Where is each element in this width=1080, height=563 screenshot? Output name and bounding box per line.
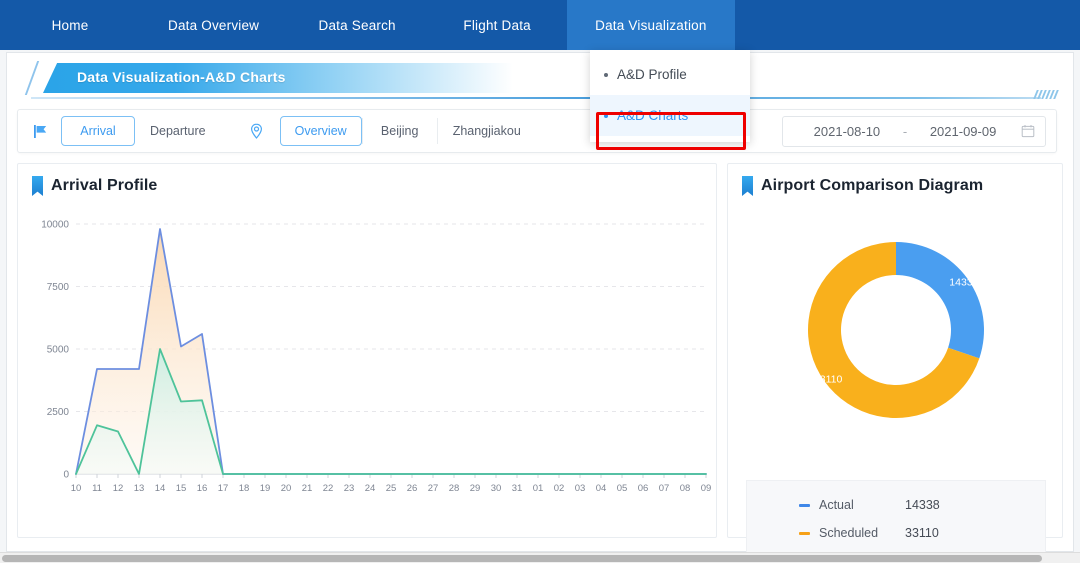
svg-text:24: 24 bbox=[365, 483, 376, 494]
location-pin-icon bbox=[247, 122, 266, 141]
line-chart: 0 2500 5000 7500 10000 10 11 12 13 14 15 16 17 18 19 20… bbox=[18, 206, 718, 536]
svg-text:02: 02 bbox=[554, 483, 565, 494]
nav-dropdown-menu: A&D Profile A&D Charts bbox=[590, 50, 750, 142]
svg-text:5000: 5000 bbox=[47, 345, 70, 356]
svg-text:06: 06 bbox=[638, 483, 649, 494]
bullet-icon bbox=[604, 72, 608, 77]
banner-slash-decoration bbox=[24, 61, 40, 95]
date-range-end[interactable]: 2021-09-09 bbox=[909, 124, 1017, 139]
nav-item-data-visualization[interactable]: Data Visualization bbox=[567, 0, 735, 50]
svg-text:18: 18 bbox=[239, 483, 250, 494]
legend-color-swatch bbox=[799, 531, 810, 535]
svg-text:22: 22 bbox=[323, 483, 334, 494]
banner-divider-line bbox=[31, 97, 1041, 99]
filter-button-beijing[interactable]: Beijing bbox=[362, 116, 437, 146]
filter-button-departure[interactable]: Departure bbox=[135, 116, 221, 146]
svg-text:07: 07 bbox=[659, 483, 670, 494]
svg-text:23: 23 bbox=[344, 483, 355, 494]
svg-text:26: 26 bbox=[407, 483, 418, 494]
svg-text:03: 03 bbox=[575, 483, 586, 494]
filter-button-zhangjiakou[interactable]: Zhangjiakou bbox=[437, 116, 536, 146]
svg-text:01: 01 bbox=[533, 483, 544, 494]
direction-button-group: Arrival Departure bbox=[61, 116, 221, 146]
svg-text:30: 30 bbox=[491, 483, 502, 494]
horizontal-scrollbar[interactable] bbox=[0, 552, 1080, 563]
filter-toolbar: Arrival Departure Overview Beijing Zhang… bbox=[17, 109, 1057, 153]
nav-item-data-overview[interactable]: Data Overview bbox=[140, 0, 287, 50]
app-root: Home Data Overview Data Search Flight Da… bbox=[0, 0, 1080, 563]
svg-text:05: 05 bbox=[617, 483, 628, 494]
nav-item-data-search[interactable]: Data Search bbox=[287, 0, 427, 50]
svg-text:31: 31 bbox=[512, 483, 523, 494]
page-content: Data Visualization-A&D Charts Arrival De… bbox=[6, 52, 1074, 554]
legend-label: Scheduled bbox=[819, 526, 879, 540]
panel-title-airport-comparison: Airport Comparison Diagram bbox=[761, 177, 984, 194]
filter-button-overview[interactable]: Overview bbox=[279, 116, 362, 146]
ribbon-icon bbox=[742, 176, 753, 196]
svg-text:25: 25 bbox=[386, 483, 397, 494]
legend-value: 14338 bbox=[905, 498, 940, 512]
svg-text:12: 12 bbox=[113, 483, 124, 494]
svg-text:19: 19 bbox=[260, 483, 271, 494]
legend-item-scheduled[interactable]: Scheduled 33110 bbox=[799, 519, 1045, 547]
panel-title-arrival-profile: Arrival Profile bbox=[51, 177, 158, 194]
svg-text:04: 04 bbox=[596, 483, 607, 494]
banner-tick-decoration bbox=[1033, 90, 1059, 99]
page-title-banner: Data Visualization-A&D Charts bbox=[17, 59, 1063, 101]
top-navigation-bar: Home Data Overview Data Search Flight Da… bbox=[0, 0, 1080, 50]
ribbon-icon bbox=[32, 176, 43, 196]
filter-button-arrival[interactable]: Arrival bbox=[61, 116, 135, 146]
arrival-profile-panel: Arrival Profile 0 2500 5000 7500 10000 10 11 12… bbox=[17, 163, 717, 538]
svg-text:08: 08 bbox=[680, 483, 691, 494]
svg-text:21: 21 bbox=[302, 483, 313, 494]
svg-text:15: 15 bbox=[176, 483, 187, 494]
page-title: Data Visualization-A&D Charts bbox=[77, 69, 286, 85]
svg-text:0: 0 bbox=[63, 470, 69, 481]
svg-text:28: 28 bbox=[449, 483, 460, 494]
dropdown-item-label: A&D Profile bbox=[617, 67, 687, 82]
svg-text:09: 09 bbox=[701, 483, 712, 494]
svg-text:14: 14 bbox=[155, 483, 166, 494]
panel-header: Arrival Profile bbox=[18, 164, 716, 196]
calendar-icon[interactable] bbox=[1021, 124, 1035, 138]
date-range-picker[interactable]: 2021-08-10 - 2021-09-09 bbox=[782, 115, 1046, 147]
svg-text:16: 16 bbox=[197, 483, 208, 494]
dropdown-item-label: A&D Charts bbox=[617, 108, 689, 123]
dropdown-item-ad-profile[interactable]: A&D Profile bbox=[590, 54, 750, 95]
legend-label: Actual bbox=[819, 498, 854, 512]
location-button-group: Overview Beijing Zhangjiakou bbox=[279, 116, 536, 146]
svg-text:29: 29 bbox=[470, 483, 481, 494]
line-chart-svg: 0 2500 5000 7500 10000 10 11 12 13 14 15 16 17 18 19 20… bbox=[41, 220, 712, 495]
panel-header: Airport Comparison Diagram bbox=[728, 164, 1062, 196]
nav-item-home[interactable]: Home bbox=[0, 0, 140, 50]
svg-text:7500: 7500 bbox=[47, 282, 70, 293]
scrollbar-thumb[interactable] bbox=[2, 555, 1042, 562]
legend-value: 33110 bbox=[905, 526, 939, 540]
svg-text:27: 27 bbox=[428, 483, 439, 494]
nav-item-flight-data[interactable]: Flight Data bbox=[427, 0, 567, 50]
svg-text:2500: 2500 bbox=[47, 407, 70, 418]
flag-icon bbox=[32, 123, 49, 140]
date-range-start[interactable]: 2021-08-10 bbox=[793, 124, 901, 139]
donut-chart: 14338 33110 bbox=[728, 212, 1064, 462]
legend-color-swatch bbox=[799, 503, 810, 507]
donut-chart-svg: 14338 33110 bbox=[808, 242, 984, 418]
svg-text:13: 13 bbox=[134, 483, 145, 494]
svg-text:17: 17 bbox=[218, 483, 229, 494]
svg-text:11: 11 bbox=[92, 483, 102, 494]
date-range-separator: - bbox=[902, 123, 908, 139]
svg-text:14338: 14338 bbox=[949, 276, 978, 288]
bullet-icon bbox=[604, 113, 608, 118]
dropdown-item-ad-charts[interactable]: A&D Charts bbox=[590, 95, 750, 136]
svg-text:10000: 10000 bbox=[41, 220, 69, 231]
svg-text:20: 20 bbox=[281, 483, 292, 494]
airport-comparison-panel: Airport Comparison Diagram 14338 33110 Ac… bbox=[727, 163, 1064, 554]
donut-legend: Actual 14338 Scheduled 33110 bbox=[746, 480, 1046, 554]
svg-text:10: 10 bbox=[71, 483, 82, 494]
svg-text:33110: 33110 bbox=[814, 374, 843, 386]
legend-item-actual[interactable]: Actual 14338 bbox=[799, 491, 1045, 519]
charts-area: Arrival Profile 0 2500 5000 7500 10000 10 11 12… bbox=[17, 163, 1064, 554]
